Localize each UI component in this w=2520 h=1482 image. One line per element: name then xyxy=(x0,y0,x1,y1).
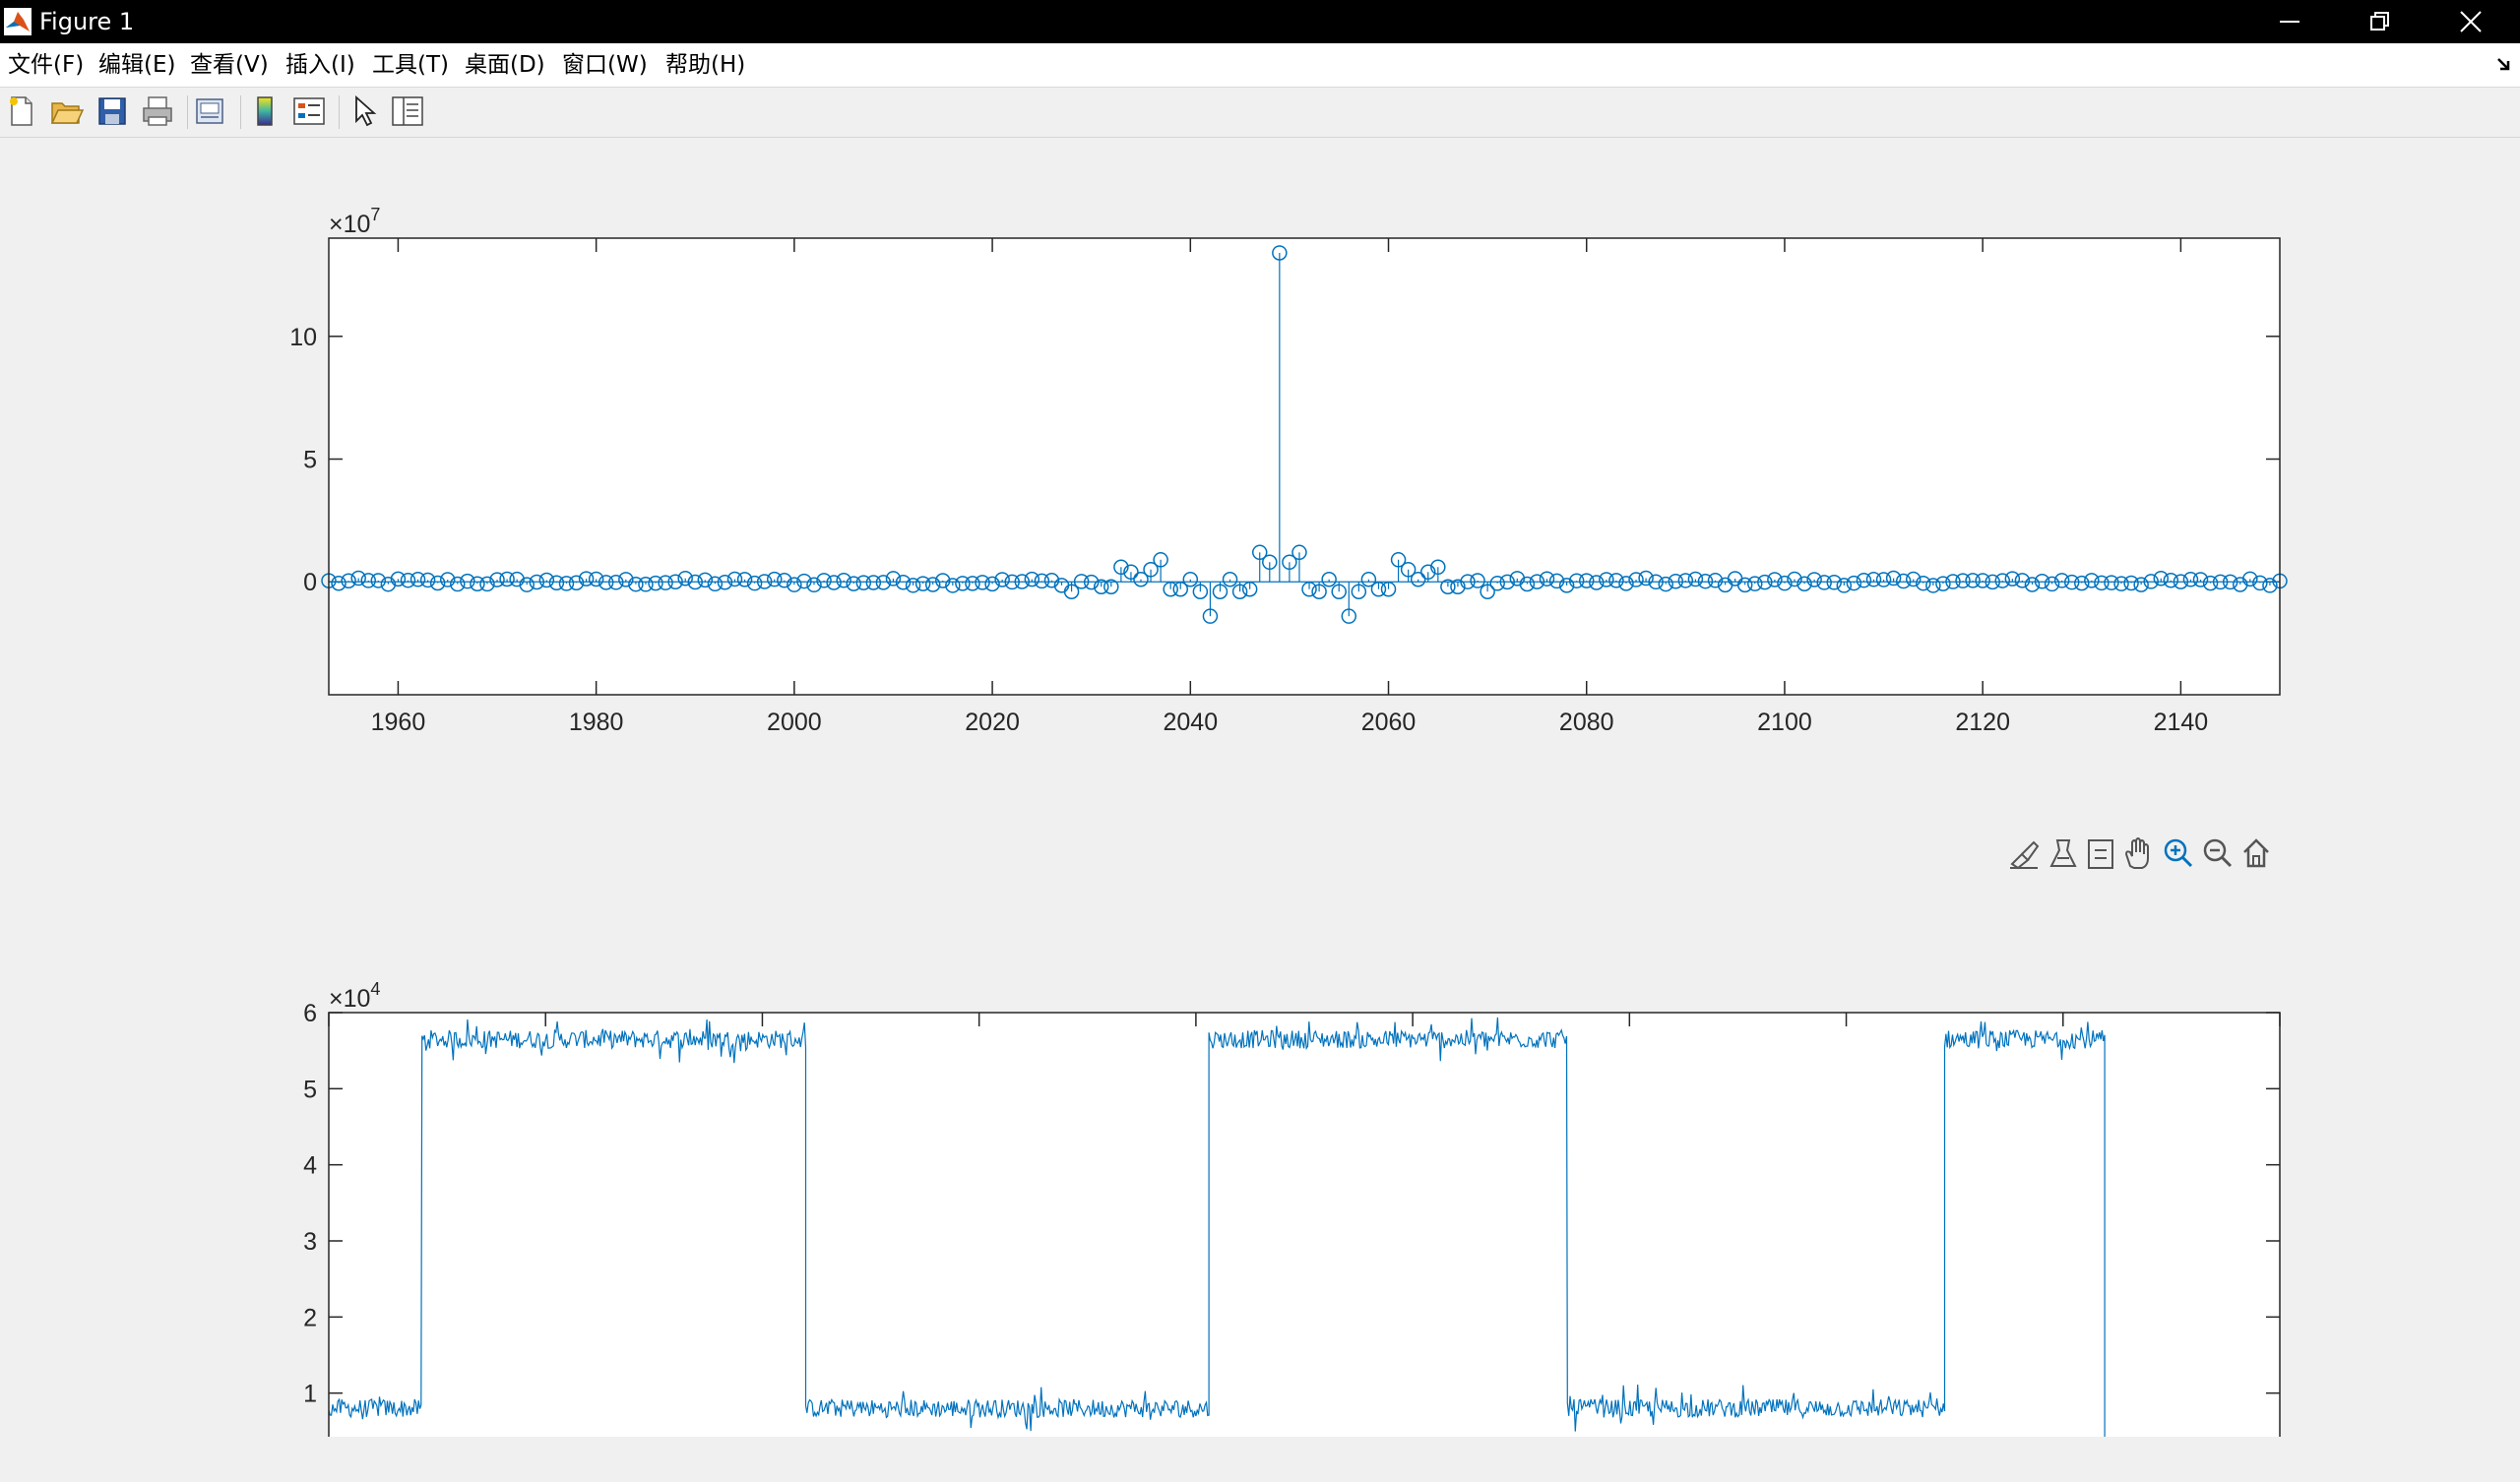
x-tick-label: 2120 xyxy=(1955,709,2010,736)
y-tick-label: 5 xyxy=(303,447,317,474)
y-tick-label: 0 xyxy=(303,569,317,596)
menu-window[interactable]: 窗口(W) xyxy=(562,51,648,79)
toolbar-separator xyxy=(240,95,241,129)
y-exponent-label: ×107 xyxy=(329,205,380,238)
brush-data-icon[interactable] xyxy=(2010,840,2040,870)
property-inspector-button[interactable] xyxy=(390,93,425,129)
axes-background xyxy=(329,1013,2280,1437)
menu-tools[interactable]: 工具(T) xyxy=(372,51,449,79)
y-exponent-label: ×104 xyxy=(329,979,380,1013)
restore-view-home-icon[interactable] xyxy=(2243,838,2269,868)
y-tick-label: 2 xyxy=(303,1304,317,1331)
restore-button[interactable] xyxy=(2335,0,2426,43)
x-tick-label: 2000 xyxy=(767,709,822,736)
open-file-button[interactable] xyxy=(49,93,85,129)
y-exponent-value: 7 xyxy=(370,205,380,224)
menu-bar: 文件(F) 编辑(E) 查看(V) 插入(I) 工具(T) 桌面(D) 窗口(W… xyxy=(0,43,2520,88)
print-icon xyxy=(143,96,172,126)
x-tick-label: 2080 xyxy=(1559,709,1614,736)
dock-arrow-icon[interactable] xyxy=(2494,53,2514,73)
title-bar: Figure 1 xyxy=(0,0,2520,43)
legend-icon xyxy=(293,97,325,125)
edit-plot-cursor-icon xyxy=(355,94,377,127)
figure-canvas: 1960 1980 2000 2020 2040 2060 2080 2100 2120 2140… xyxy=(0,138,2520,1482)
menu-file[interactable]: 文件(F) xyxy=(8,51,84,79)
axes-toolbar-icons xyxy=(2010,837,2269,870)
close-button[interactable] xyxy=(2426,0,2516,43)
toolbar-separator xyxy=(339,95,340,129)
insert-legend-button[interactable] xyxy=(291,93,327,129)
x-tick-label: 2020 xyxy=(965,709,1020,736)
new-figure-icon xyxy=(10,96,32,126)
matlab-logo-icon xyxy=(4,8,32,35)
window-title: Figure 1 xyxy=(39,8,135,35)
figure-toolbar xyxy=(0,88,2520,138)
menu-desktop[interactable]: 桌面(D) xyxy=(465,51,545,79)
y-tick-label: 6 xyxy=(303,1000,317,1027)
x-tick-label: 1980 xyxy=(569,709,624,736)
data-cursor-icon[interactable] xyxy=(2049,839,2077,867)
print-preview-icon xyxy=(196,98,223,124)
new-figure-button[interactable] xyxy=(4,93,39,129)
x-tick-label: 2060 xyxy=(1361,709,1417,736)
x-tick-label: 2140 xyxy=(2154,709,2209,736)
axes-background xyxy=(329,238,2280,695)
menu-insert[interactable]: 插入(I) xyxy=(285,51,355,79)
pan-hand-icon[interactable] xyxy=(2124,837,2149,869)
menu-edit[interactable]: 编辑(E) xyxy=(98,51,175,79)
data-tips-icon[interactable] xyxy=(2088,839,2113,869)
y-tick-label: 4 xyxy=(303,1152,317,1180)
edit-plot-button[interactable] xyxy=(346,93,382,129)
zoom-in-icon[interactable] xyxy=(2164,838,2193,868)
colorbar-icon xyxy=(257,96,273,126)
minimize-button[interactable] xyxy=(2244,0,2335,43)
x-tick-label: 2040 xyxy=(1163,709,1218,736)
insert-colorbar-button[interactable] xyxy=(248,93,284,129)
axes-toolbar xyxy=(2004,833,2282,872)
close-icon xyxy=(2460,11,2482,32)
stem-plot-axes[interactable]: 1960 1980 2000 2020 2040 2060 2080 2100 2120 2140… xyxy=(0,138,2520,748)
x-tick-label: 1960 xyxy=(371,709,426,736)
print-button[interactable] xyxy=(140,93,175,129)
menu-help[interactable]: 帮助(H) xyxy=(665,51,745,79)
y-exponent-value: 4 xyxy=(370,979,380,999)
y-tick-label: 1 xyxy=(303,1381,317,1408)
menu-view[interactable]: 查看(V) xyxy=(190,51,269,79)
property-inspector-icon xyxy=(392,96,423,126)
save-button[interactable] xyxy=(94,93,130,129)
toolbar-separator xyxy=(187,95,188,129)
open-file-icon xyxy=(50,102,85,124)
minimize-icon xyxy=(2280,21,2300,23)
y-tick-label: 3 xyxy=(303,1228,317,1256)
restore-icon xyxy=(2370,12,2389,31)
print-preview-button[interactable] xyxy=(193,93,228,129)
x-tick-label: 2100 xyxy=(1757,709,1812,736)
y-tick-label: 5 xyxy=(303,1076,317,1103)
save-icon xyxy=(98,97,126,125)
y-tick-label: 10 xyxy=(289,324,317,351)
zoom-out-icon[interactable] xyxy=(2203,838,2233,868)
